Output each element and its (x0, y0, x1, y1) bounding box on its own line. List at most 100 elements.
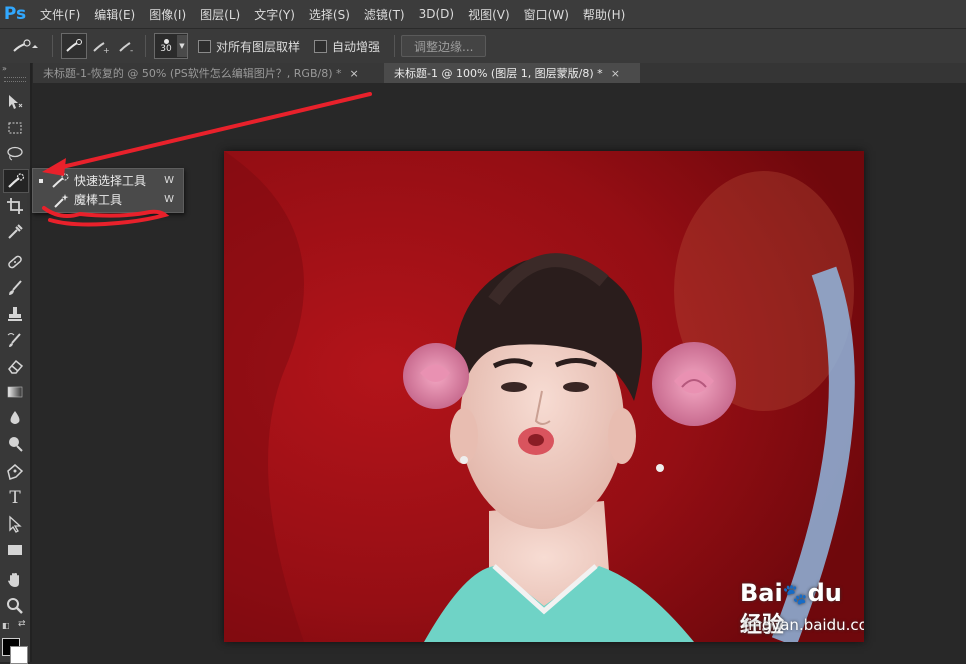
flyout-shortcut: W (164, 175, 174, 186)
flyout-item-magic-wand[interactable]: 魔棒工具 W (33, 190, 183, 209)
panel-grip[interactable] (4, 77, 26, 82)
photoshop-logo: Ps (3, 4, 27, 24)
sample-all-layers-checkbox[interactable] (198, 39, 211, 53)
tab-document-active[interactable]: 未标题-1 @ 100% (图层 1, 图层蒙版/8) * × (384, 63, 640, 83)
type-icon: T (9, 488, 21, 508)
move-tool[interactable] (3, 91, 27, 113)
pen-icon (7, 464, 24, 480)
close-icon[interactable]: × (349, 67, 358, 80)
auto-enhance-checkbox[interactable] (314, 39, 328, 53)
auto-enhance-label: 自动增强 (332, 39, 381, 54)
menu-edit[interactable]: 编辑(E) (94, 6, 135, 23)
zoom-icon (7, 598, 23, 614)
path-selection-icon (9, 515, 22, 533)
eraser-icon (8, 359, 24, 374)
quick-selection-icon (13, 39, 38, 52)
gradient-icon (7, 386, 23, 398)
brush-new-icon (66, 39, 82, 52)
panel-collapse-icon[interactable]: » (2, 64, 7, 73)
paw-icon: 🐾 (782, 582, 808, 606)
magic-wand-icon (54, 193, 69, 208)
chevron-down-icon[interactable]: ▼ (177, 35, 187, 57)
quick-selection-icon (8, 173, 25, 188)
watermark-brand-b: du (807, 579, 842, 607)
brush-icon (9, 280, 22, 295)
eyedropper-tool[interactable] (3, 221, 27, 243)
quick-selection-icon (52, 173, 69, 188)
portrait-photo (224, 151, 864, 642)
brush-size-picker[interactable]: 30 ▼ (154, 33, 188, 59)
refine-edge-button[interactable]: 调整边缘... (401, 35, 487, 57)
tool-preset-picker[interactable] (6, 34, 46, 58)
background-color-swatch[interactable] (10, 646, 28, 664)
crop-icon (7, 198, 23, 214)
blur-tool[interactable] (3, 407, 27, 429)
rectangle-marquee-icon (8, 122, 22, 134)
lasso-tool[interactable] (3, 143, 27, 165)
crop-tool[interactable] (3, 195, 27, 217)
menu-layer[interactable]: 图层(L) (200, 6, 240, 23)
menu-type[interactable]: 文字(Y) (254, 6, 295, 23)
flyout-shortcut: W (164, 194, 174, 205)
flyout-item-label: 快速选择工具 (74, 174, 147, 188)
watermark-brand-a: Bai (740, 579, 783, 607)
separator (52, 35, 53, 57)
sample-all-layers-label: 对所有图层取样 (216, 39, 301, 54)
shape-tool[interactable] (3, 539, 27, 561)
tab-document-recovered[interactable]: 未标题-1-恢复的 @ 50% (PS软件怎么编辑图片？, RGB/8) * × (33, 63, 392, 83)
subtract-from-selection-button[interactable]: - (115, 34, 139, 58)
selection-tool-flyout: 快速选择工具 W 魔棒工具 W (32, 168, 184, 213)
marquee-tool[interactable] (3, 117, 27, 139)
tools-panel: » T ◧ ⇄ (0, 63, 32, 664)
document-tabs: 未标题-1-恢复的 @ 50% (PS软件怎么编辑图片？, RGB/8) * ×… (33, 63, 966, 83)
healing-brush-tool[interactable] (3, 251, 27, 273)
brush-tool[interactable] (3, 277, 27, 299)
menu-3d[interactable]: 3D(D) (419, 7, 454, 21)
eraser-tool[interactable] (3, 355, 27, 377)
pen-tool[interactable] (3, 461, 27, 483)
hand-tool[interactable] (3, 569, 27, 591)
quick-selection-tool[interactable] (3, 169, 29, 193)
sample-all-layers-option[interactable]: 对所有图层取样 (198, 38, 300, 55)
menu-view[interactable]: 视图(V) (468, 6, 510, 23)
drop-icon (10, 411, 20, 424)
rectangle-shape-icon (8, 545, 22, 555)
document-canvas[interactable]: Bai🐾du 经验 jingyan.baidu.com (224, 151, 864, 642)
lasso-icon (7, 146, 23, 161)
dodge-tool[interactable] (3, 433, 27, 455)
separator (145, 35, 146, 57)
history-brush-tool[interactable] (3, 329, 27, 351)
menu-filter[interactable]: 滤镜(T) (364, 6, 405, 23)
path-selection-tool[interactable] (3, 513, 27, 535)
close-icon[interactable]: × (611, 67, 620, 80)
swap-colors-icon[interactable]: ⇄ (18, 619, 26, 629)
flyout-item-label: 魔棒工具 (74, 193, 123, 207)
menu-select[interactable]: 选择(S) (309, 6, 350, 23)
menu-file[interactable]: 文件(F) (40, 6, 80, 23)
brush-subtract-icon: - (119, 42, 133, 54)
svg-text:+: + (103, 46, 110, 54)
clone-stamp-tool[interactable] (3, 303, 27, 325)
tab-label: 未标题-1 @ 100% (图层 1, 图层蒙版/8) * (394, 67, 603, 80)
move-icon (9, 95, 23, 109)
new-selection-button[interactable] (61, 33, 87, 59)
hand-icon (8, 573, 19, 587)
menu-bar: Ps 文件(F) 编辑(E) 图像(I) 图层(L) 文字(Y) 选择(S) 滤… (0, 0, 966, 28)
add-to-selection-button[interactable]: + (89, 34, 113, 58)
stamp-icon (8, 307, 22, 321)
auto-enhance-option[interactable]: 自动增强 (314, 38, 380, 55)
menu-image[interactable]: 图像(I) (149, 6, 186, 23)
menu-help[interactable]: 帮助(H) (583, 6, 625, 23)
brush-add-icon: + (93, 42, 110, 54)
default-colors-icon[interactable]: ◧ (2, 621, 10, 630)
zoom-tool[interactable] (3, 595, 27, 617)
gradient-tool[interactable] (3, 381, 27, 403)
type-tool[interactable]: T (3, 487, 27, 509)
menu-window[interactable]: 窗口(W) (524, 6, 569, 23)
options-bar: + - 30 ▼ 对所有图层取样 自动增强 调整边缘... (0, 28, 966, 64)
svg-text:-: - (130, 46, 133, 54)
watermark-url: jingyan.baidu.com (744, 616, 864, 634)
bandage-icon (8, 255, 22, 269)
flyout-item-quick-selection[interactable]: 快速选择工具 W (33, 171, 183, 190)
tab-label: 未标题-1-恢复的 @ 50% (PS软件怎么编辑图片？, RGB/8) * (43, 67, 342, 80)
